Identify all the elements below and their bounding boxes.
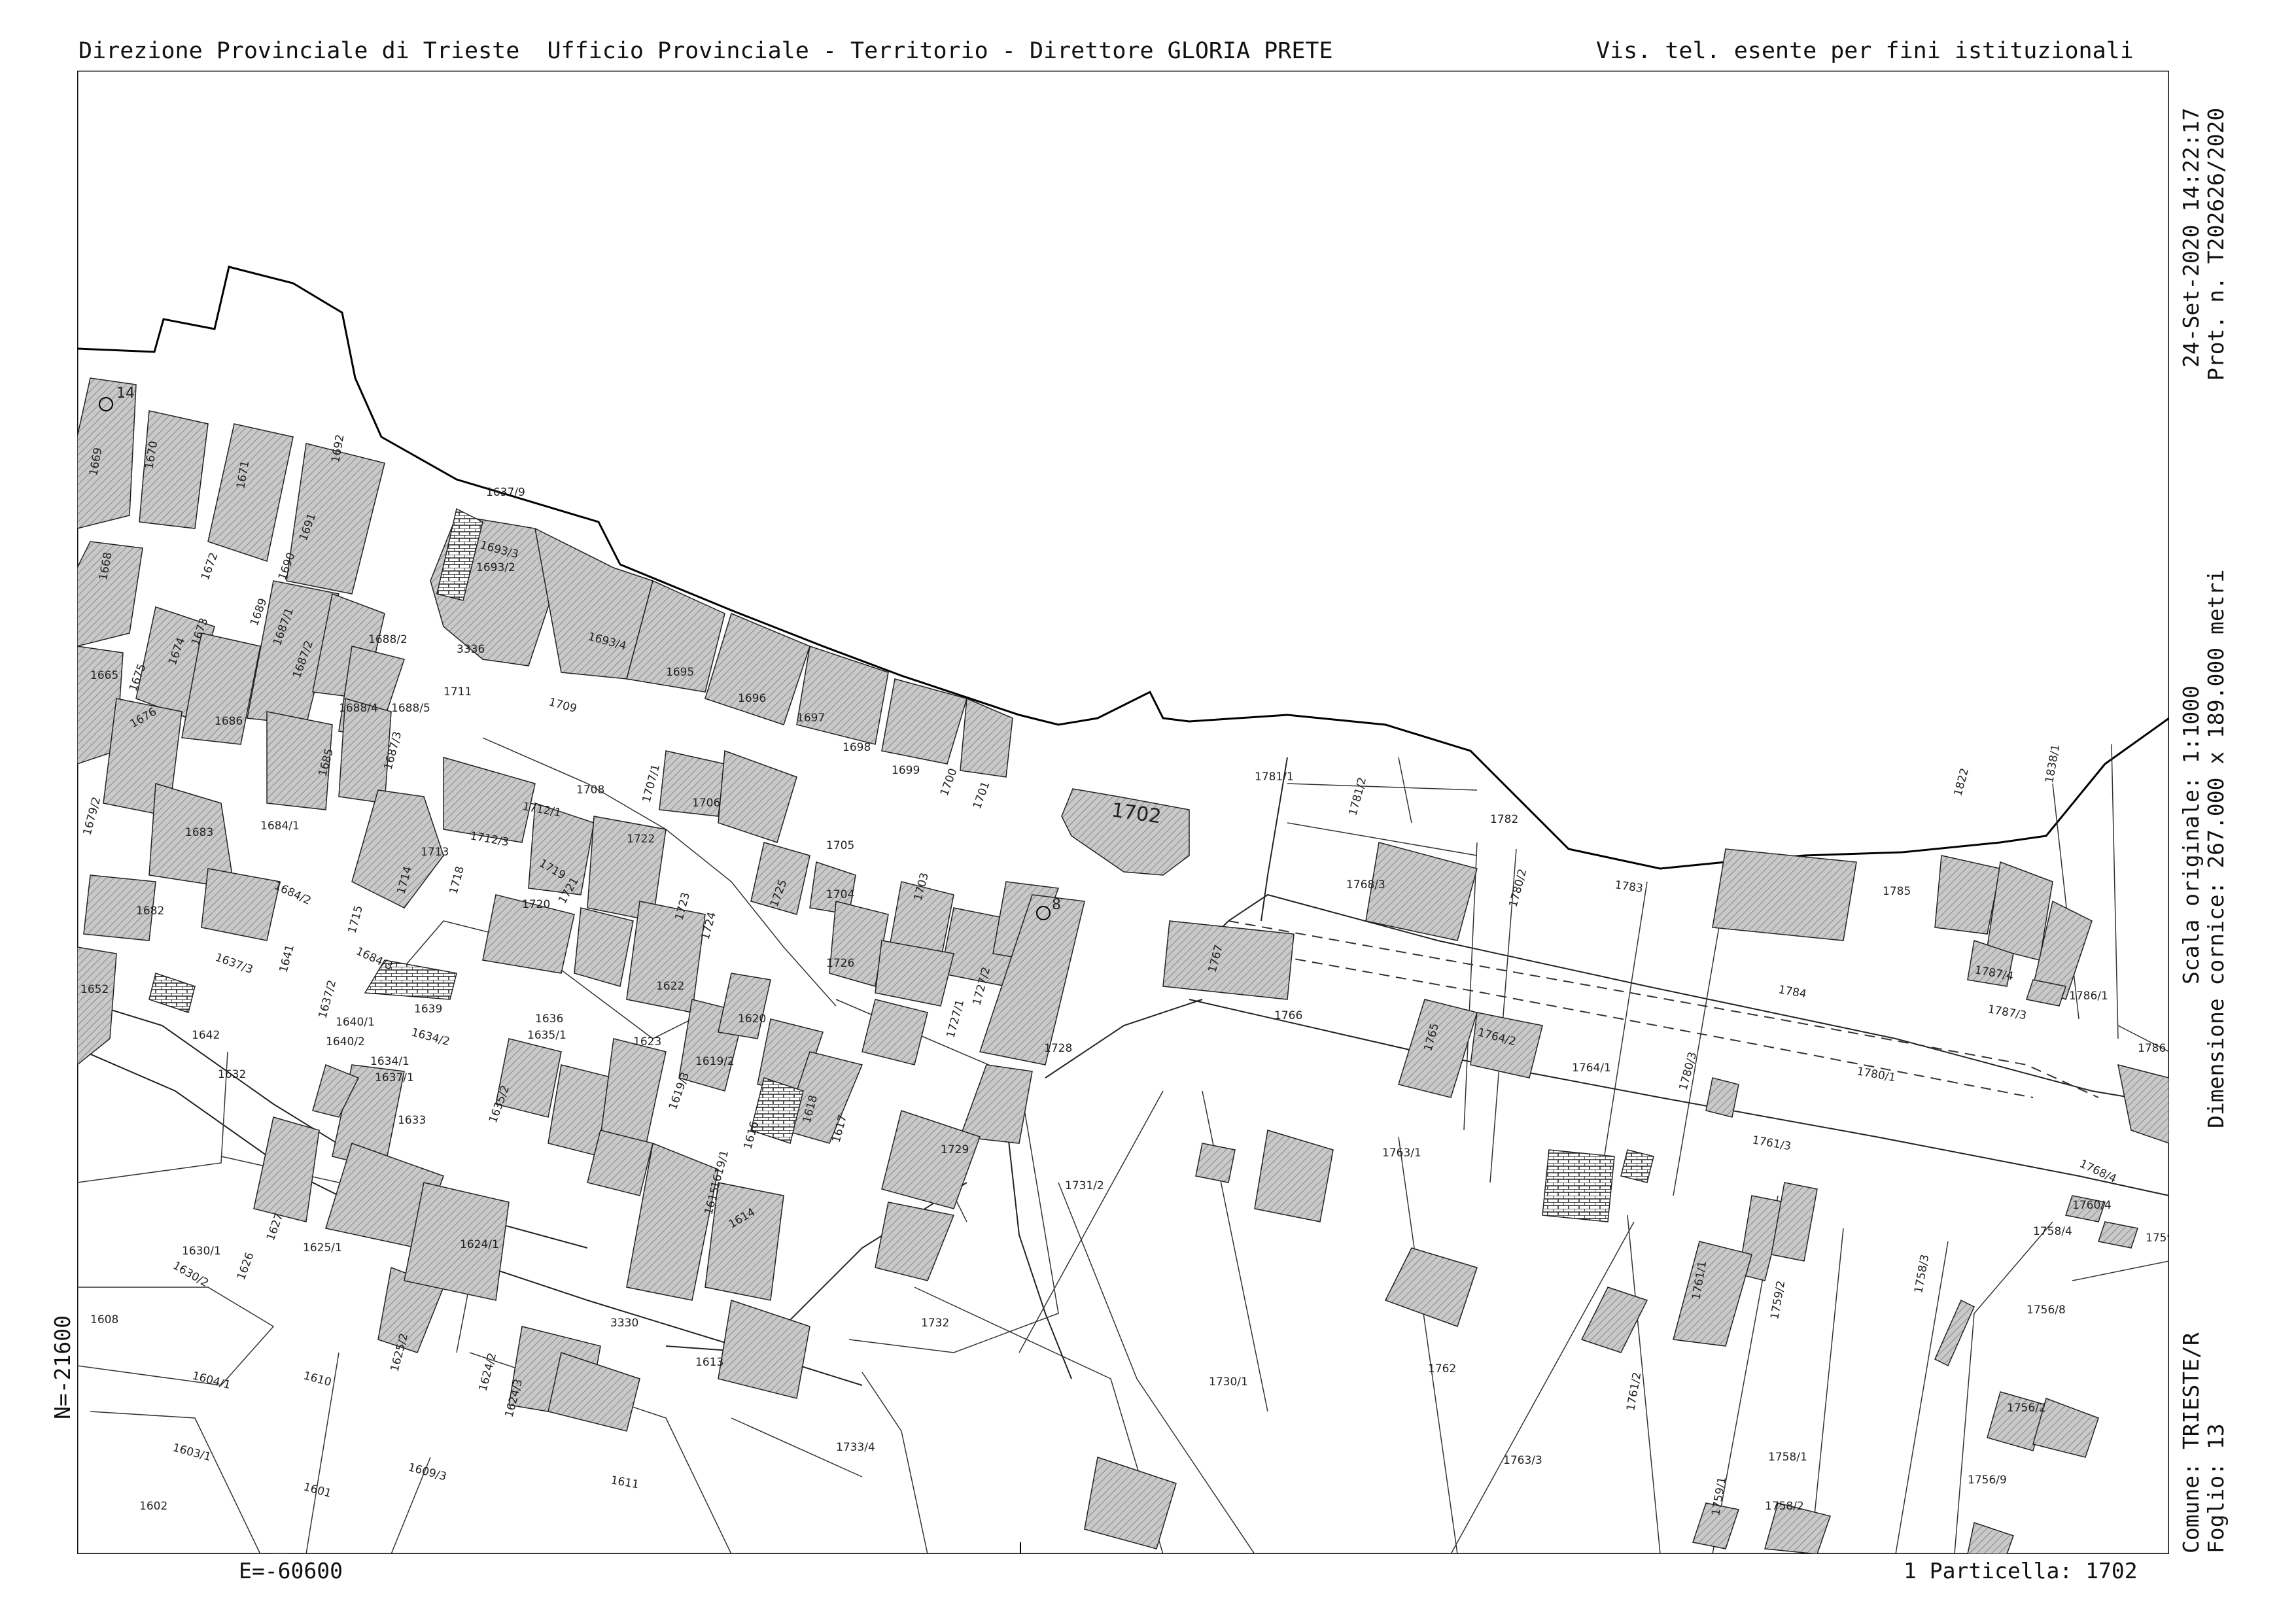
visura-note: Vis. tel. esente per fini istituzionali bbox=[1596, 38, 2134, 64]
parcel-label: 1756/8 bbox=[2026, 1304, 2066, 1317]
parcel-label: 1637/9 bbox=[486, 486, 525, 499]
parcel-label: 1760/4 bbox=[2072, 1199, 2112, 1212]
parcel-label: 1639 bbox=[414, 1003, 442, 1016]
parcel-label: 1624/1 bbox=[460, 1238, 499, 1251]
parcel-label: 1688/5 bbox=[391, 702, 430, 715]
parcel-label: 1640/2 bbox=[326, 1035, 365, 1048]
office-header: Direzione Provinciale di Trieste Ufficio… bbox=[78, 38, 1333, 64]
parcel-label: 1665 bbox=[90, 669, 118, 682]
parcel-label: 1642 bbox=[192, 1029, 220, 1042]
parcel-label: 1636 bbox=[535, 1012, 563, 1026]
parcel-label: 1728 bbox=[1044, 1042, 1072, 1055]
parcel-label: 1683 bbox=[185, 826, 213, 839]
parcel-label: 1756/2 bbox=[2007, 1402, 2046, 1415]
parcel-label: 1619/2 bbox=[695, 1055, 735, 1068]
parcel-label: 1781/1 bbox=[1255, 770, 1294, 784]
marker-label-8: 8 bbox=[1052, 897, 1061, 913]
parcel-label: 1620 bbox=[738, 1012, 766, 1026]
parcel-label: 1763/3 bbox=[1503, 1454, 1542, 1467]
parcel-label: 1652 bbox=[80, 983, 109, 996]
parcel-label: 1759 bbox=[2146, 1232, 2169, 1245]
parcel-label: 1758/4 bbox=[2033, 1225, 2072, 1238]
parcel-label: 1732 bbox=[921, 1317, 949, 1330]
parcel-label: 1722 bbox=[627, 833, 655, 846]
parcel-label: 1688/2 bbox=[368, 633, 408, 646]
east-coordinate: E=-60600 bbox=[239, 1558, 343, 1583]
parcel-label: 1693/2 bbox=[476, 561, 515, 574]
scale-text: Scala originale: 1:1000 bbox=[2178, 685, 2204, 984]
parcel-label: 1625/1 bbox=[303, 1241, 342, 1254]
parcel-label: 1697 bbox=[797, 712, 825, 725]
parcel-label: 1630/1 bbox=[182, 1245, 221, 1258]
parcel-label: 1634/1 bbox=[370, 1055, 409, 1068]
print-datetime: 24-Set-2020 14:22:17 bbox=[2178, 107, 2204, 368]
protocol-number: Prot. n. T202626/2020 bbox=[2203, 107, 2229, 381]
parcel-label: 1622 bbox=[656, 980, 684, 993]
comune-text: Comune: TRIESTE/R bbox=[2178, 1332, 2204, 1553]
parcel-label: 1699 bbox=[892, 764, 920, 777]
parcel-label: 1602 bbox=[139, 1500, 167, 1513]
parcel-label: 1733/4 bbox=[836, 1441, 875, 1454]
north-coordinate: N=-21600 bbox=[50, 1315, 75, 1419]
parcel-label: 1705 bbox=[826, 839, 854, 852]
parcel-label: 1786/1 bbox=[2069, 990, 2108, 1003]
parcel-label: 3336 bbox=[457, 643, 485, 656]
parcel-label: 1763/1 bbox=[1382, 1147, 1421, 1160]
cadastral-map[interactable]: 14 8 1702 1669 1670 1671 1692 1637/9 169… bbox=[77, 71, 2169, 1554]
parcel-label: 1608 bbox=[90, 1313, 118, 1326]
parcel-label: 1684/1 bbox=[260, 820, 300, 833]
parcel-label: 1613 bbox=[695, 1356, 723, 1369]
parcel-label: 1704 bbox=[826, 888, 854, 901]
parcel-label: 1708 bbox=[576, 784, 604, 797]
parcel-label: 1756/9 bbox=[1968, 1474, 2007, 1487]
parcel-label: 1762 bbox=[1428, 1362, 1456, 1375]
parcel-label: 1706 bbox=[692, 797, 720, 810]
parcel-label: 1633 bbox=[398, 1114, 426, 1127]
frame-dimension-text: Dimensione cornice: 267.000 x 189.000 me… bbox=[2203, 569, 2229, 1128]
particella-count: 1 Particella: 1702 bbox=[1904, 1558, 2138, 1583]
parcel-label: 1768/3 bbox=[1346, 878, 1385, 891]
parcel-label: 1758/1 bbox=[1768, 1451, 1807, 1464]
parcel-label: 1688/4 bbox=[339, 702, 378, 715]
parcel-label: 1711 bbox=[444, 685, 472, 699]
parcel-label: 1637/1 bbox=[375, 1071, 414, 1084]
parcel-label: 1713 bbox=[421, 846, 449, 859]
parcel-label: 1640/1 bbox=[336, 1016, 375, 1029]
parcel-label: 1730/1 bbox=[1209, 1375, 1248, 1389]
parcel-label: 1766 bbox=[1274, 1009, 1302, 1022]
marker-label-14: 14 bbox=[116, 385, 135, 402]
parcel-label: 1726 bbox=[826, 957, 854, 970]
parcel-label: 1729 bbox=[941, 1143, 969, 1156]
parcel-label: 1632 bbox=[218, 1068, 246, 1081]
parcel-label: 1695 bbox=[666, 666, 694, 679]
parcel-label: 1635/1 bbox=[527, 1029, 566, 1042]
parcel-label: 1731/2 bbox=[1065, 1179, 1104, 1192]
parcel-label: 1698 bbox=[843, 741, 871, 754]
parcel-label: 1786 bbox=[2138, 1042, 2166, 1055]
foglio-text: Foglio: 13 bbox=[2203, 1423, 2229, 1553]
parcel-label: 1782 bbox=[1490, 813, 1518, 826]
parcel-label: 1696 bbox=[738, 692, 766, 705]
parcel-label: 3330 bbox=[610, 1317, 638, 1330]
parcel-label: 1785 bbox=[1883, 885, 1911, 898]
parcel-label: 1758/2 bbox=[1765, 1500, 1804, 1513]
parcel-label: 1764/1 bbox=[1572, 1062, 1611, 1075]
parcel-label: 1720 bbox=[522, 898, 550, 911]
parcel-label: 1686 bbox=[215, 715, 243, 728]
parcel-label: 1682 bbox=[136, 905, 164, 918]
parcel-label: 1623 bbox=[633, 1035, 661, 1048]
